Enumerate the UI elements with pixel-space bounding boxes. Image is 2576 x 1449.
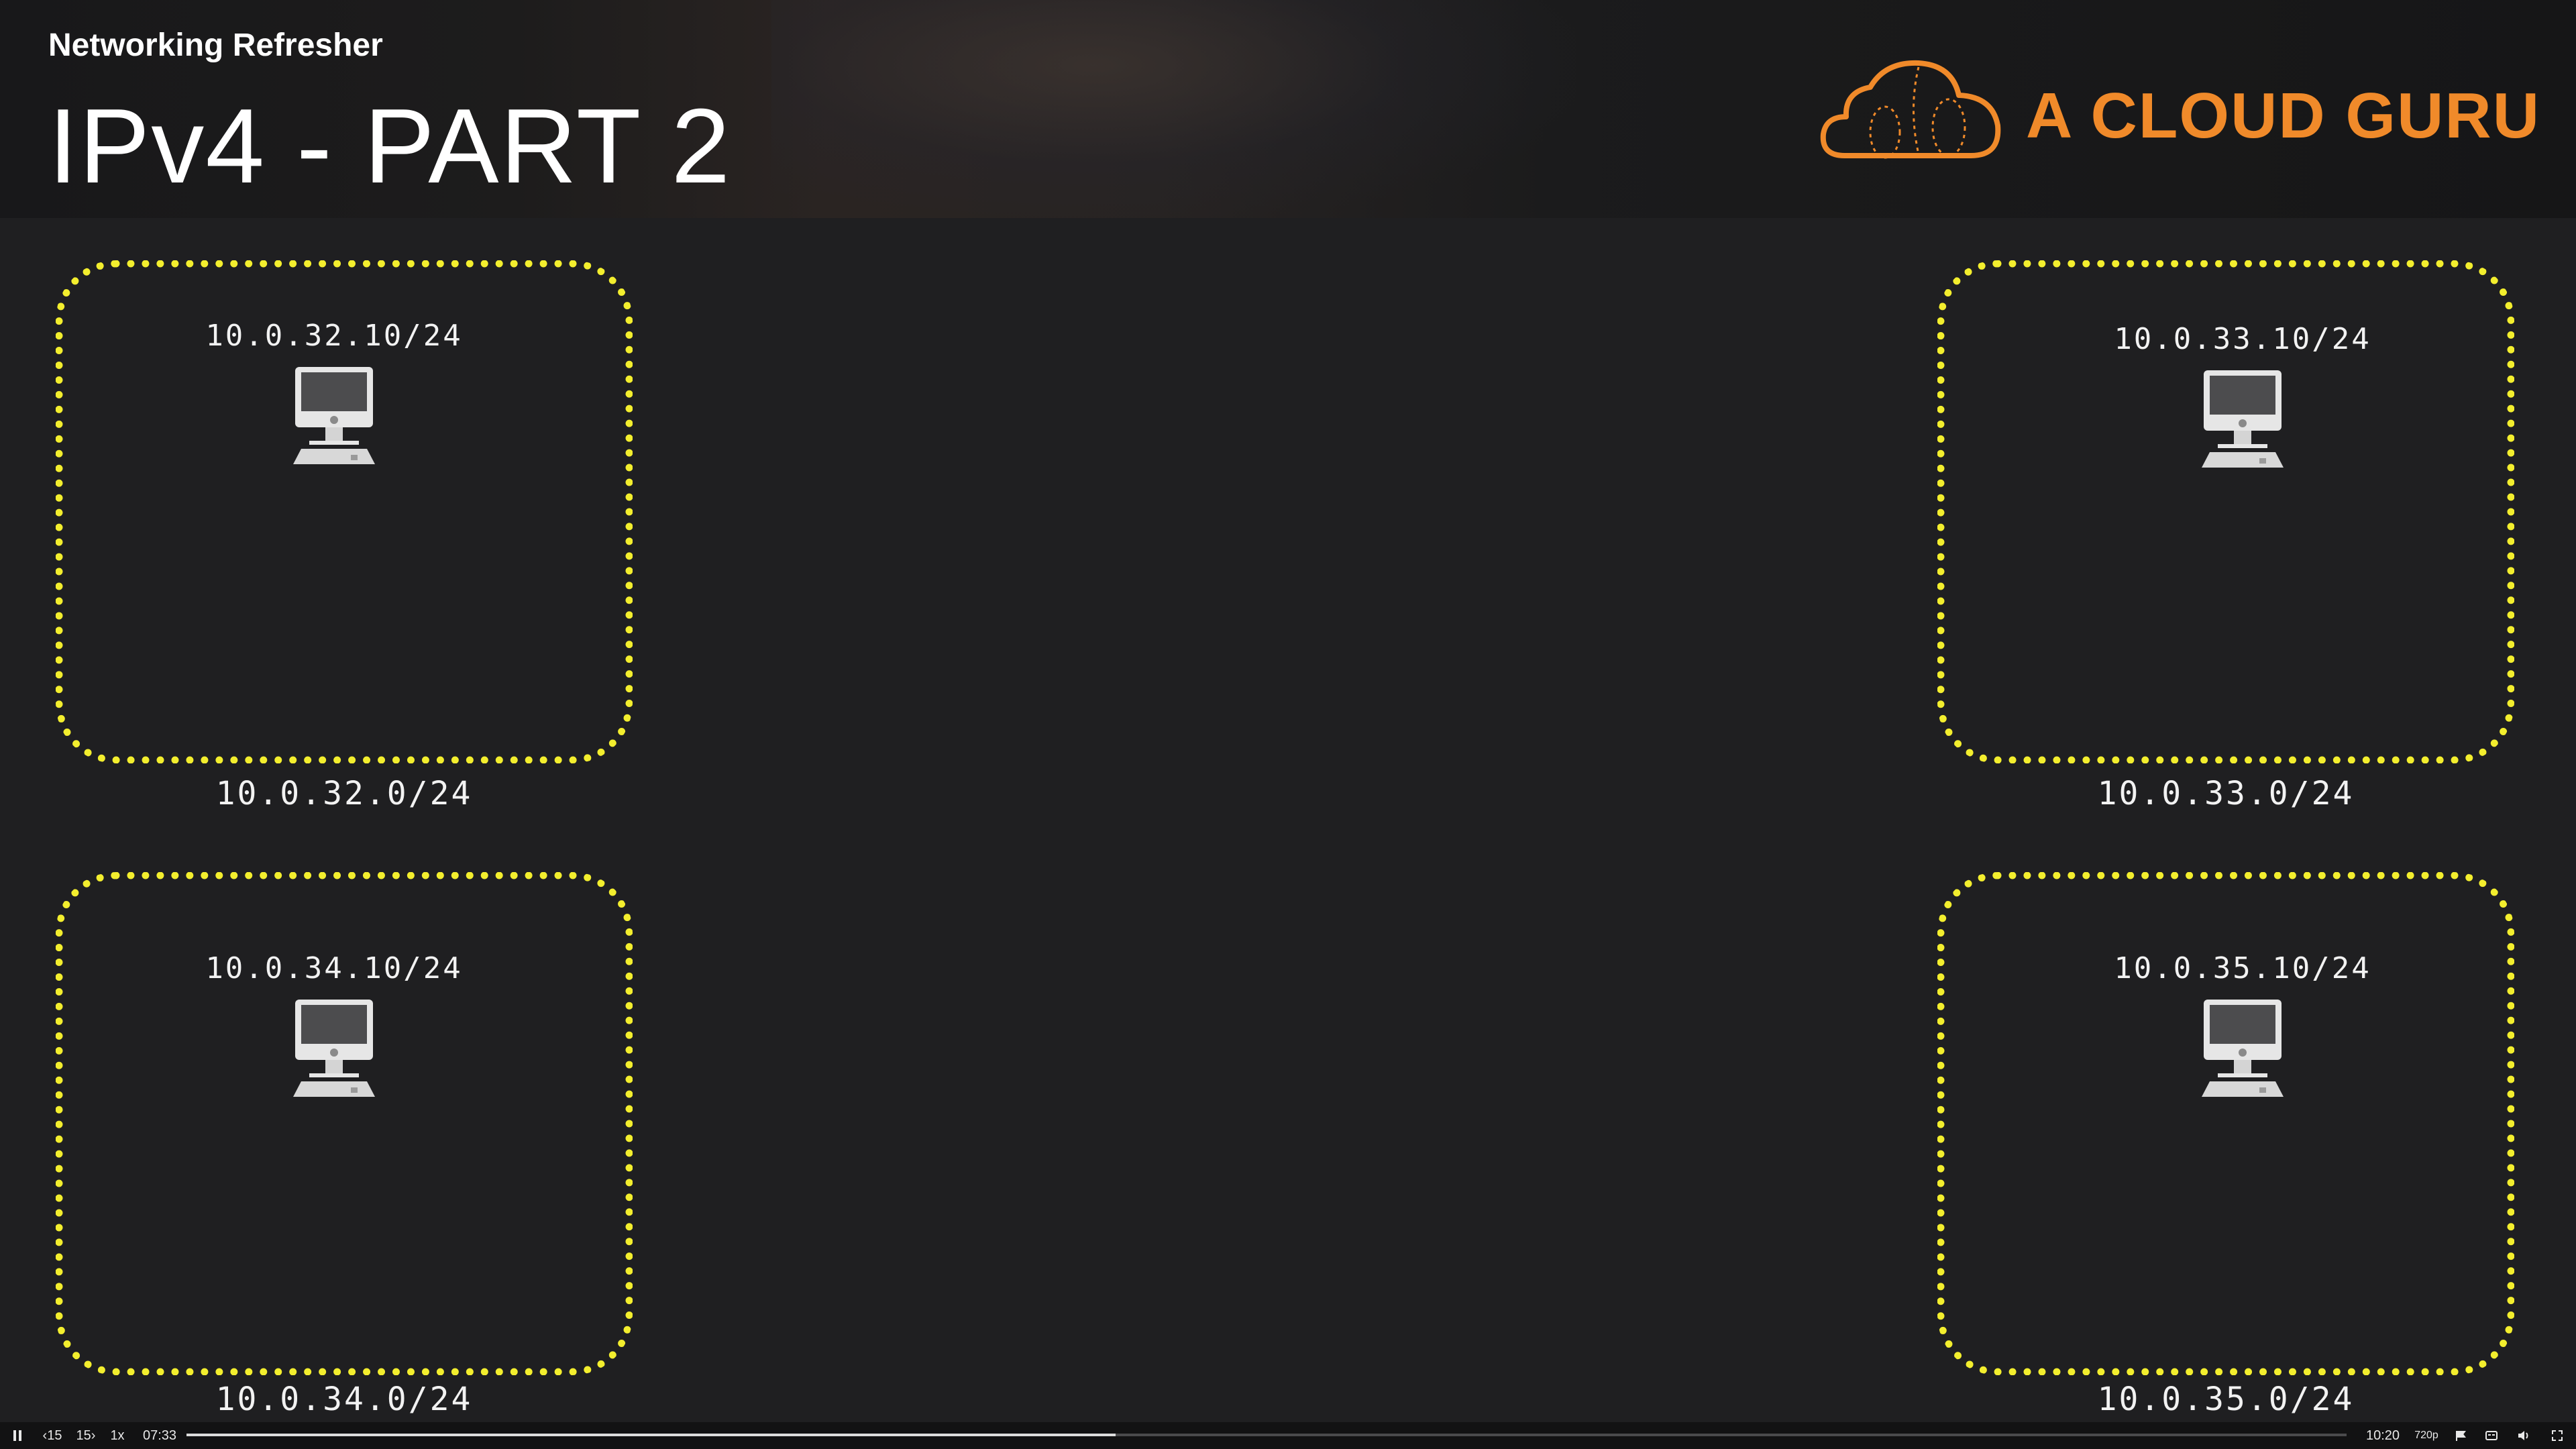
computer-icon <box>2202 370 2284 468</box>
subnet-box-4 <box>1937 872 2514 1375</box>
cloud-logo-icon <box>1820 60 2001 159</box>
slide-header: Networking Refresher IPv4 - PART 2 A CLO… <box>0 0 2576 218</box>
bookmark-button[interactable] <box>2451 1428 2470 1444</box>
host-2: 10.0.33.10/24 <box>1954 322 2531 469</box>
pause-icon <box>13 1430 21 1441</box>
subnet-network-label: 10.0.32.0/24 <box>215 775 473 812</box>
subnet-network-label: 10.0.34.0/24 <box>215 1381 473 1418</box>
progress-bar-fill <box>186 1434 1116 1436</box>
captions-icon <box>2485 1431 2498 1440</box>
current-time: 07:33 <box>142 1428 177 1443</box>
fullscreen-icon <box>2552 1430 2563 1441</box>
duration: 10:20 <box>2365 1428 2400 1443</box>
brand-logo: A CLOUD GURU <box>1818 55 2539 169</box>
forward-label: 15 <box>76 1428 91 1443</box>
host-3: 10.0.34.10/24 <box>46 951 623 1098</box>
subnet-network-label: 10.0.35.0/24 <box>2097 1381 2355 1418</box>
forward-icon: › <box>91 1428 96 1443</box>
computer-icon <box>2202 1000 2284 1097</box>
presenter-video-background <box>771 0 1576 218</box>
progress-bar[interactable] <box>186 1434 2347 1436</box>
pause-button[interactable] <box>9 1428 25 1444</box>
fullscreen-button[interactable] <box>2548 1428 2567 1444</box>
volume-button[interactable] <box>2514 1428 2533 1444</box>
rewind-button[interactable]: ‹15 <box>39 1428 66 1444</box>
playback-speed-button[interactable]: 1x <box>107 1428 127 1444</box>
lesson-title: IPv4 - PART 2 <box>48 87 732 205</box>
volume-icon <box>2518 1431 2528 1440</box>
quality-button[interactable]: 720p <box>2411 1428 2442 1444</box>
host-ip-label: 10.0.32.10/24 <box>205 319 463 353</box>
host-1: 10.0.32.10/24 <box>46 319 623 466</box>
computer-icon <box>293 367 375 464</box>
forward-button[interactable]: 15› <box>72 1428 99 1444</box>
flag-icon <box>2456 1431 2466 1441</box>
rewind-label: 15 <box>47 1428 62 1443</box>
host-ip-label: 10.0.33.10/24 <box>2114 322 2371 356</box>
course-label: Networking Refresher <box>48 28 383 63</box>
computer-icon <box>293 1000 375 1097</box>
video-player-controls: ‹15 15› 1x 07:33 10:20 720p <box>0 1422 2576 1449</box>
brand-logo-text: A CLOUD GURU <box>2026 80 2541 152</box>
subnet-box-3 <box>56 872 633 1375</box>
subnet-network-label: 10.0.33.0/24 <box>2097 775 2355 812</box>
host-4: 10.0.35.10/24 <box>1954 951 2531 1098</box>
host-ip-label: 10.0.34.10/24 <box>205 951 463 985</box>
captions-button[interactable] <box>2482 1428 2501 1444</box>
host-ip-label: 10.0.35.10/24 <box>2114 951 2371 985</box>
